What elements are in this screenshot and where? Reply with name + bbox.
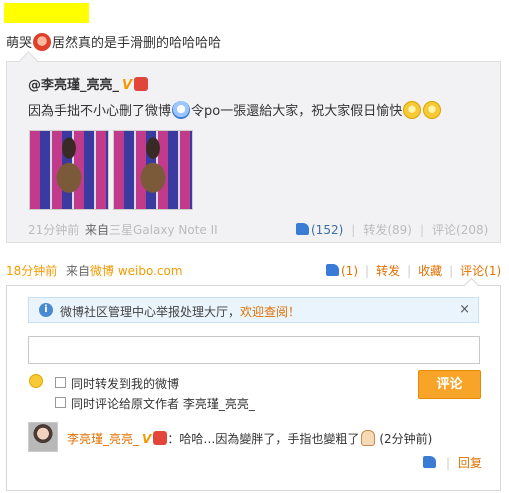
quote-author-link[interactable]: @李亮瑾_亮亮_ bbox=[28, 78, 119, 93]
thumbs-up-icon[interactable] bbox=[296, 223, 309, 235]
divider: | bbox=[351, 223, 356, 237]
verified-v-icon: V bbox=[142, 432, 152, 446]
comment-actions: | 回复 bbox=[423, 454, 482, 471]
comment-text: ：哈哈…因為變胖了，手指也變粗了 bbox=[167, 432, 360, 446]
post-timestamp[interactable]: 18分钟前 bbox=[6, 262, 57, 279]
post-text-after: 居然真的是手滑删的哈哈哈哈 bbox=[52, 36, 222, 51]
quote-text-before: 因為手拙不小心刪了微博 bbox=[28, 104, 172, 119]
comment-user-link[interactable]: 李亮瑾_亮亮_ bbox=[67, 432, 139, 446]
divider: | bbox=[407, 264, 412, 278]
quote-comment-link[interactable]: 评论(208) bbox=[432, 223, 488, 237]
member-badge-icon bbox=[134, 77, 149, 91]
divider: | bbox=[419, 223, 425, 237]
post-like-count[interactable]: (1) bbox=[341, 264, 358, 278]
comment-item: 李亮瑾_亮亮_ V ：哈哈…因為變胖了，手指也變粗了 (2分钟前) bbox=[67, 430, 432, 447]
divider: | bbox=[449, 264, 454, 278]
notice-bar: i 微博社区管理中心举报处理大厅，欢迎查阅！ × bbox=[28, 297, 479, 323]
quote-source-link[interactable]: 三星Galaxy Note II bbox=[109, 223, 218, 237]
verified-v-icon: V bbox=[122, 78, 133, 93]
quote-like-count[interactable]: (152) bbox=[311, 223, 343, 237]
info-icon: i bbox=[39, 303, 53, 317]
member-badge-icon bbox=[153, 431, 168, 445]
quote-source: 来自三星Galaxy Note II bbox=[85, 221, 218, 238]
quote-source-prefix: 来自 bbox=[85, 223, 110, 237]
quote-photo-thumbnail-2[interactable] bbox=[113, 130, 193, 210]
submit-comment-button[interactable]: 评论 bbox=[418, 370, 481, 399]
post-favorite-link[interactable]: 收藏 bbox=[418, 264, 442, 278]
happy-face-icon bbox=[403, 101, 422, 119]
post-source: 来自微博 weibo.com bbox=[66, 262, 183, 279]
forward-checkbox-label[interactable]: 同时转发到我的微博 bbox=[71, 375, 179, 392]
post-source-prefix: 来自 bbox=[66, 264, 91, 278]
comment-input[interactable] bbox=[28, 336, 480, 364]
thumbs-up-icon[interactable] bbox=[326, 264, 339, 276]
notice-message: 微博社区管理中心举报处理大厅， bbox=[60, 305, 241, 319]
post-source-link[interactable]: 微博 weibo.com bbox=[90, 264, 183, 278]
avatar[interactable] bbox=[28, 422, 58, 452]
quote-forward-link[interactable]: 转发(89) bbox=[363, 223, 412, 237]
comment-timestamp: (2分钟前) bbox=[379, 432, 433, 446]
hand-gesture-icon bbox=[361, 430, 376, 446]
quote-timestamp[interactable]: 21分钟前 bbox=[28, 221, 79, 238]
quote-author: @李亮瑾_亮亮_ V bbox=[28, 74, 149, 93]
redacted-name-highlight bbox=[4, 3, 89, 23]
quote-text: 因為手拙不小心刪了微博 令po一張還給大家，祝大家假日愉快 bbox=[28, 100, 442, 119]
divider: | bbox=[365, 264, 370, 278]
comment-original-checkbox[interactable] bbox=[55, 397, 66, 408]
crying-tears-icon bbox=[172, 101, 191, 119]
notice-link[interactable]: 欢迎查阅！ bbox=[240, 305, 300, 319]
quote-actions: (152) | 转发(89) | 评论(208) bbox=[296, 221, 488, 238]
comment-original-checkbox-label[interactable]: 同时评论给原文作者 李亮瑾_亮亮_ bbox=[71, 395, 255, 412]
post-forward-link[interactable]: 转发 bbox=[376, 264, 400, 278]
emoticon-icon[interactable] bbox=[29, 374, 43, 388]
post-text-before: 萌哭 bbox=[6, 36, 33, 51]
divider: | bbox=[446, 456, 451, 470]
close-icon[interactable]: × bbox=[459, 302, 470, 317]
post-comment-link[interactable]: 评论(1) bbox=[460, 264, 501, 278]
reply-link[interactable]: 回复 bbox=[458, 456, 482, 470]
quote-text-middle: 令po一張還給大家，祝大家假日愉快 bbox=[191, 104, 403, 119]
post-actions: (1) | 转发 | 收藏 | 评论(1) bbox=[326, 262, 501, 279]
notice-text: 微博社区管理中心举报处理大厅，欢迎查阅！ bbox=[60, 303, 300, 320]
thumbs-up-icon[interactable] bbox=[423, 456, 436, 468]
forward-checkbox[interactable] bbox=[55, 377, 66, 388]
crying-face-icon bbox=[33, 33, 52, 51]
post-text: 萌哭 居然真的是手滑删的哈哈哈哈 bbox=[6, 32, 221, 51]
happy-face-icon-2 bbox=[423, 101, 442, 119]
quote-photo-thumbnail-1[interactable] bbox=[29, 130, 109, 210]
